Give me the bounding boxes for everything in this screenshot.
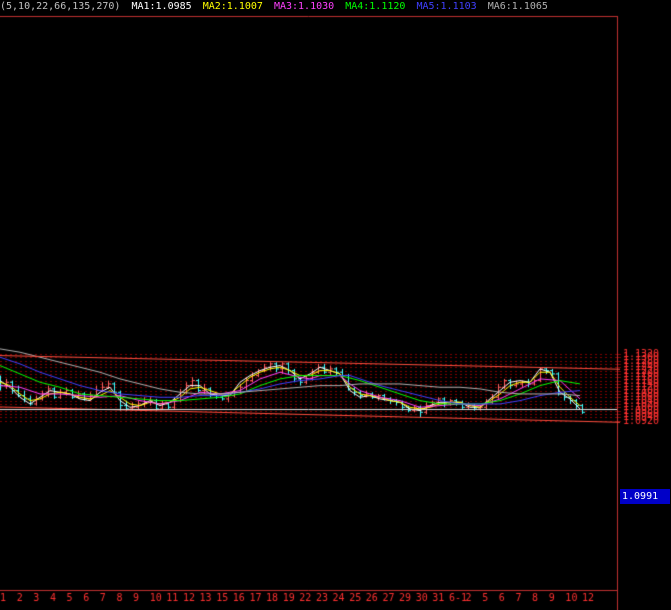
indicator-legend: (5,10,22,66,135,270) MA1:1.0985 MA2:1.10… <box>0 0 553 15</box>
ma3-label: MA3:1.1030 <box>273 1 335 12</box>
ma6-label: MA6:1.1065 <box>487 1 548 12</box>
ma2-label: MA2:1.1007 <box>202 1 263 12</box>
ma4-label: MA4:1.1120 <box>345 1 406 12</box>
ma5-label: MA5:1.1103 <box>416 1 477 12</box>
ma1-label: MA1:1.0985 <box>131 1 192 12</box>
price-chart-canvas[interactable] <box>0 0 671 610</box>
current-price-tag: 1.0991 <box>620 489 670 504</box>
ma-params: (5,10,22,66,135,270) <box>0 1 121 12</box>
